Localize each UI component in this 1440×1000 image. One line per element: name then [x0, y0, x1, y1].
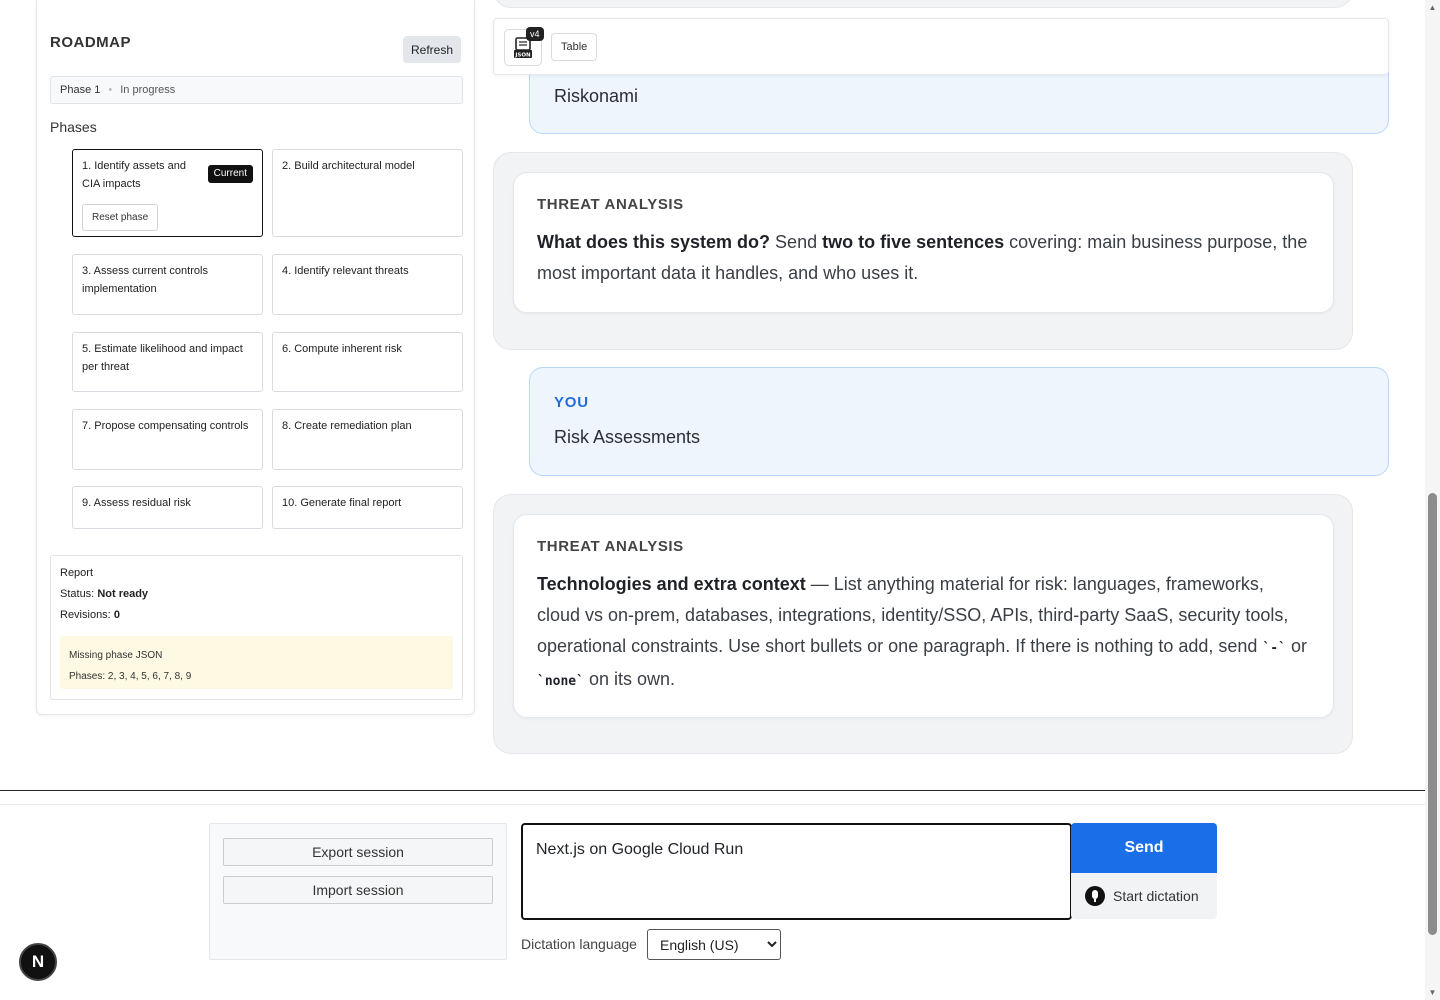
refresh-button[interactable]: Refresh — [403, 36, 461, 63]
ai-emphasis: two to five sentences — [822, 232, 1005, 252]
start-dictation-button[interactable]: Start dictation — [1071, 873, 1217, 919]
phase-title: 8. Create remediation plan — [282, 420, 412, 432]
output-toolbar: JSON v4 Table — [493, 18, 1389, 75]
phase-status-bar: Phase 1 • In progress — [50, 76, 463, 104]
export-session-button[interactable]: Export session — [223, 838, 493, 866]
scroll-up-arrow-icon[interactable]: ▲ — [1427, 3, 1438, 12]
ai-question: Technologies and extra context — [537, 574, 806, 594]
phase-title: 9. Assess residual risk — [82, 497, 191, 509]
missing-phases: Phases: 2, 3, 4, 5, 6, 7, 8, 9 — [69, 671, 192, 682]
roadmap-panel: ROADMAP Refresh Phase 1 • In progress Phas… — [36, 0, 475, 715]
phase-title: 6. Compute inherent risk — [282, 343, 402, 355]
report-box: Report Status: Not ready Revisions: 0 Mi… — [50, 555, 463, 700]
message-input[interactable] — [521, 823, 1072, 920]
user-message-2: YOU Risk Assessments — [529, 367, 1389, 476]
ai-code: `-` — [1262, 641, 1286, 656]
phase-card-6[interactable]: 6. Compute inherent risk — [272, 332, 463, 392]
user-sender-label: YOU — [554, 394, 589, 411]
roadmap-title: ROADMAP — [50, 34, 131, 51]
dictation-language-label: Dictation language — [521, 936, 637, 952]
phase-title: 4. Identify relevant threats — [282, 265, 409, 277]
user-message-text: Riskonami — [554, 86, 639, 106]
user-message-text: Risk Assessments — [554, 427, 701, 447]
ai-sender-label: THREAT ANALYSIS — [537, 538, 684, 555]
phase-card-5[interactable]: 5. Estimate likelihood and impact per th… — [72, 332, 263, 392]
revisions-label: Revisions: — [60, 609, 111, 621]
phase-title: 3. Assess current controls implementatio… — [82, 265, 208, 295]
scroll-down-arrow-icon[interactable]: ▼ — [1427, 988, 1438, 997]
ai-code: `none` — [537, 674, 584, 689]
composer-divider — [0, 790, 1425, 791]
revisions-value: 0 — [113, 609, 120, 621]
report-status: Status: Not ready — [60, 588, 453, 609]
report-title: Report — [60, 567, 94, 579]
table-button[interactable]: Table — [551, 33, 598, 61]
phase-title: 2. Build architectural model — [282, 160, 415, 172]
phase-card-3[interactable]: 3. Assess current controls implementatio… — [72, 254, 263, 315]
ai-message-card: THREAT ANALYSIS Technologies and extra c… — [513, 514, 1334, 718]
missing-title: Missing phase JSON — [69, 650, 163, 661]
phase-card-2[interactable]: 2. Build architectural model — [272, 149, 463, 237]
ai-message-1: THREAT ANALYSIS What does this system do… — [493, 152, 1353, 350]
reset-phase-button[interactable]: Reset phase — [82, 204, 159, 231]
missing-json-notice: Missing phase JSON Phases: 2, 3, 4, 5, 6… — [60, 636, 453, 689]
nextjs-dev-icon[interactable]: N — [19, 943, 57, 981]
phase-card-7[interactable]: 7. Propose compensating controls — [72, 409, 263, 470]
separator-dot: • — [108, 84, 113, 96]
ai-text: Send — [770, 232, 823, 252]
ai-text: on its own. — [583, 669, 676, 689]
ai-message-card: THREAT ANALYSIS What does this system do… — [513, 172, 1334, 313]
json-icon-text: JSON — [514, 53, 531, 59]
phase-title: 5. Estimate likelihood and impact per th… — [82, 343, 243, 373]
current-badge: Current — [207, 165, 253, 183]
dictation-label: Start dictation — [1113, 888, 1199, 904]
ai-sender-label: THREAT ANALYSIS — [537, 196, 684, 213]
scrollbar-thumb[interactable] — [1428, 493, 1437, 935]
phase-card-1[interactable]: 1. Identify assets and CIA impacts Curre… — [72, 149, 263, 237]
status-label: Status: — [60, 588, 95, 600]
session-panel: Export session Import session — [209, 823, 507, 960]
ai-message-body: Technologies and extra context — List an… — [537, 569, 1310, 697]
phase-card-4[interactable]: 4. Identify relevant threats — [272, 254, 463, 315]
phase-card-9[interactable]: 9. Assess residual risk — [72, 486, 263, 529]
phases-heading: Phases — [50, 119, 97, 135]
report-revisions: Revisions: 0 — [60, 609, 453, 630]
previous-message-edge — [493, 0, 1353, 8]
app-page: ROADMAP Refresh Phase 1 • In progress Phas… — [0, 0, 1440, 1000]
ai-question: What does this system do? — [537, 232, 771, 252]
phase-title: 1. Identify assets and CIA impacts — [82, 160, 186, 190]
phase-title: 7. Propose compensating controls — [82, 420, 249, 432]
phase-card-10[interactable]: 10. Generate final report — [272, 486, 463, 529]
phase-state: In progress — [120, 84, 176, 96]
microphone-icon — [1085, 886, 1105, 906]
status-value: Not ready — [97, 588, 149, 600]
composer-divider-light — [0, 804, 1425, 805]
phase-card-8[interactable]: 8. Create remediation plan — [272, 409, 463, 470]
ai-message-2: THREAT ANALYSIS Technologies and extra c… — [493, 494, 1353, 754]
dictation-language-select[interactable]: English (US) — [647, 929, 781, 960]
version-badge: v4 — [526, 27, 544, 41]
ai-text: or — [1285, 636, 1307, 656]
phase-title: 10. Generate final report — [282, 497, 402, 509]
import-session-button[interactable]: Import session — [223, 876, 493, 904]
send-button[interactable]: Send — [1071, 823, 1217, 873]
ai-message-body: What does this system do? Send two to fi… — [537, 227, 1310, 289]
phase-label: Phase 1 — [60, 84, 101, 96]
